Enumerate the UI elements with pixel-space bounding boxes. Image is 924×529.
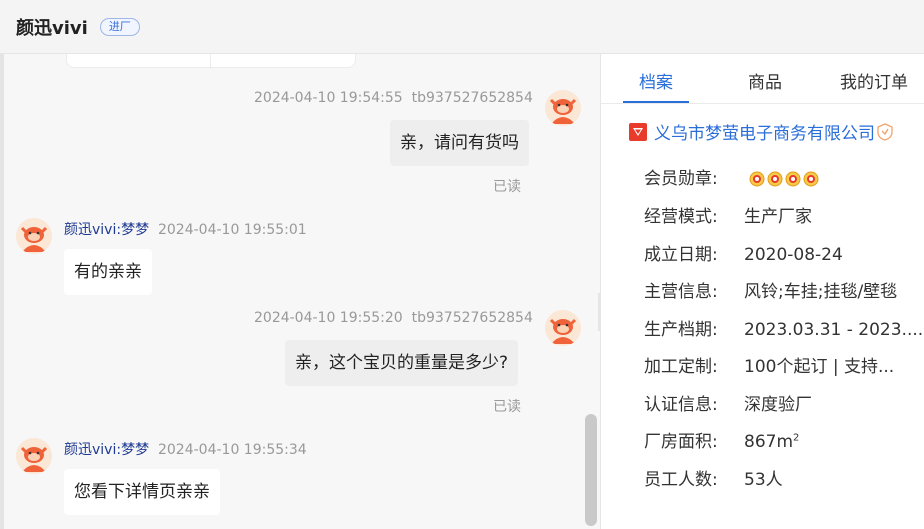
info-row-factory-area: 厂房面积: 867m2	[644, 432, 800, 452]
medal-list	[749, 171, 819, 187]
previous-message-card	[66, 54, 356, 69]
message-meta: 颜迅vivi:梦梦 2024-04-10 19:55:01	[64, 222, 307, 238]
message-bubble[interactable]: 有的亲亲	[64, 249, 152, 295]
tab-my-orders[interactable]: 我的订单	[840, 68, 908, 93]
medal-icon	[749, 171, 765, 187]
tab-profile[interactable]: 档案	[639, 68, 673, 93]
message-meta: 2024-04-10 19:54:55 tb937527652854	[254, 90, 533, 106]
chat-left-edge	[0, 54, 4, 529]
company-link[interactable]: 义乌市梦萤电子商务有限公司	[629, 119, 893, 144]
read-status: 已读	[493, 179, 521, 195]
avatar[interactable]	[545, 310, 581, 346]
info-row-customization: 加工定制: 100个起订 | 支持...	[644, 357, 895, 377]
chat-header: 颜迅vivi 进厂	[0, 0, 924, 54]
profile-panel: 档案 商品 我的订单 义乌市梦萤电子商务有限公司 会员勋章: 经营模式: 生产厂家…	[600, 54, 924, 529]
factory-badge[interactable]: 进厂	[99, 17, 140, 36]
cow-avatar-icon	[16, 218, 52, 254]
medal-icon	[767, 171, 783, 187]
read-status: 已读	[493, 399, 521, 415]
alibaba-mark-icon	[629, 122, 647, 141]
chat-scrollbar[interactable]	[585, 414, 597, 526]
panel-tabs: 档案 商品 我的订单	[601, 54, 924, 104]
medal-icon	[785, 171, 801, 187]
shield-badge-icon	[877, 122, 893, 141]
info-row-certification: 认证信息: 深度验厂	[644, 395, 812, 415]
contact-name: 颜迅vivi	[16, 17, 88, 39]
message-bubble[interactable]: 您看下详情页亲亲	[64, 469, 220, 515]
info-row-founded: 成立日期: 2020-08-24	[644, 245, 843, 265]
message-meta: 颜迅vivi:梦梦 2024-04-10 19:55:34	[64, 442, 307, 458]
active-tab-indicator	[623, 101, 689, 103]
tab-products[interactable]: 商品	[748, 68, 782, 93]
info-row-employees: 员工人数: 53人	[644, 470, 783, 490]
info-row-production-schedule: 生产档期: 2023.03.31 - 2023....	[644, 320, 924, 340]
avatar[interactable]	[16, 438, 52, 474]
avatar[interactable]	[545, 90, 581, 126]
chat-area[interactable]: 2024-04-10 19:54:55 tb937527652854 亲，请问有…	[0, 54, 600, 529]
message-meta: 2024-04-10 19:55:20 tb937527652854	[254, 310, 533, 326]
cow-avatar-icon	[545, 310, 581, 346]
info-row-business-mode: 经营模式: 生产厂家	[644, 207, 812, 227]
message-bubble[interactable]: 亲，这个宝贝的重量是多少?	[285, 340, 519, 386]
avatar[interactable]	[16, 218, 52, 254]
company-name: 义乌市梦萤电子商务有限公司	[654, 124, 875, 144]
cow-avatar-icon	[16, 438, 52, 474]
cow-avatar-icon	[545, 90, 581, 126]
medal-icon	[803, 171, 819, 187]
info-row-medals: 会员勋章:	[644, 164, 819, 189]
info-row-main-business: 主营信息: 风铃;车挂;挂毯/壁毯	[644, 282, 898, 302]
message-bubble[interactable]: 亲，请问有货吗	[390, 120, 529, 166]
